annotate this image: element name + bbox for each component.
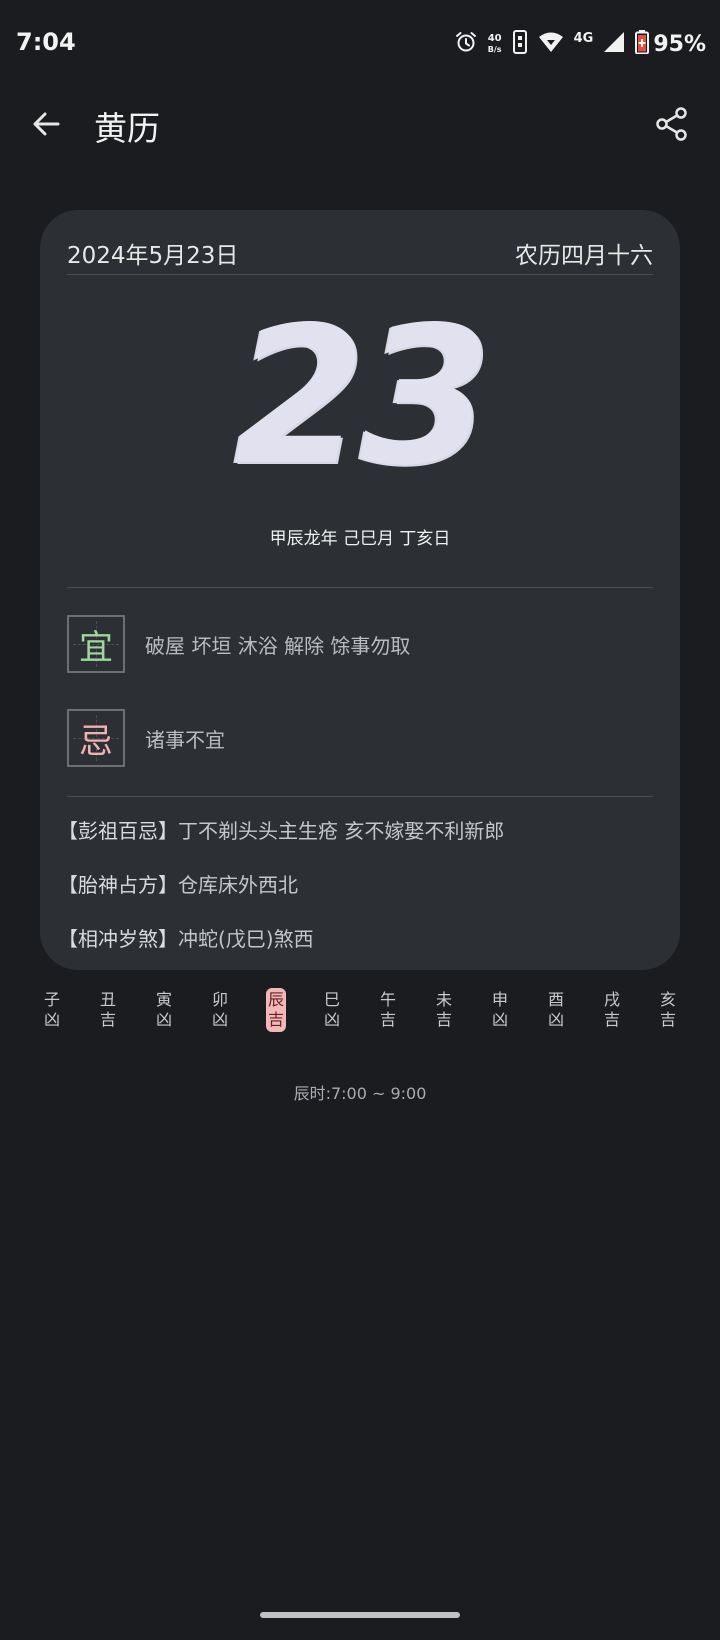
date-row: 2024年5月23日 农历四月十六 bbox=[67, 228, 653, 278]
almanac-card: 2024年5月23日 农历四月十六 23 甲辰龙年 己巳月 丁亥日 宜 破屋 坏… bbox=[40, 210, 680, 970]
lunar-date: 农历四月十六 bbox=[515, 243, 653, 269]
alarm-icon bbox=[454, 30, 478, 58]
signal-icon bbox=[603, 31, 625, 57]
hour-item-chen[interactable]: 辰吉 bbox=[248, 988, 304, 1032]
status-bar: 7:04 40 B/s 4G 95% bbox=[0, 0, 720, 90]
status-icons: 40 B/s 4G 95% bbox=[454, 28, 706, 60]
pengzu-text: 丁不剃头头主生疮 亥不嫁娶不利新郎 bbox=[178, 819, 505, 843]
hour-item-hai[interactable]: 亥吉 bbox=[640, 988, 696, 1032]
network-type: 4G bbox=[573, 30, 594, 46]
home-indicator[interactable] bbox=[260, 1612, 460, 1618]
hour-selector: 子凶 丑吉 寅凶 卯凶 辰吉 巳凶 午吉 未吉 申凶 酉凶 戌吉 亥吉 bbox=[24, 988, 696, 1032]
divider bbox=[67, 274, 653, 275]
pengzu-label: 【彭祖百忌】 bbox=[58, 819, 178, 843]
back-button[interactable] bbox=[26, 106, 66, 146]
net-speed-unit: B/s bbox=[487, 45, 502, 54]
share-button[interactable] bbox=[650, 104, 694, 148]
yi-text: 破屋 坏垣 沐浴 解除 馀事勿取 bbox=[145, 633, 411, 658]
vibrate-icon bbox=[512, 30, 528, 58]
status-time: 7:04 bbox=[16, 28, 76, 56]
hour-item-wei[interactable]: 未吉 bbox=[416, 988, 472, 1032]
solar-date: 2024年5月23日 bbox=[67, 243, 239, 269]
hour-item-yin[interactable]: 寅凶 bbox=[136, 988, 192, 1032]
day-number: 23 bbox=[233, 286, 492, 507]
divider bbox=[67, 587, 653, 588]
wifi-icon bbox=[538, 31, 564, 57]
net-speed-value: 40 bbox=[487, 33, 502, 44]
hour-item-you[interactable]: 酉凶 bbox=[528, 988, 584, 1032]
chongsha-text: 冲蛇(戊巳)煞西 bbox=[178, 927, 314, 951]
app-bar: 黄历 bbox=[0, 90, 720, 190]
ji-text: 诸事不宜 bbox=[145, 727, 225, 752]
battery-percent: 95% bbox=[653, 31, 706, 57]
battery-saver-icon bbox=[635, 30, 650, 58]
battery: 95% bbox=[635, 30, 706, 58]
hour-item-si[interactable]: 巳凶 bbox=[304, 988, 360, 1032]
taishen-label: 【胎神占方】 bbox=[58, 873, 178, 897]
ji-badge: 忌 bbox=[67, 709, 125, 767]
hour-item-chou[interactable]: 丑吉 bbox=[80, 988, 136, 1032]
hour-item-zi[interactable]: 子凶 bbox=[24, 988, 80, 1032]
page-title: 黄历 bbox=[94, 109, 160, 148]
taishen-row: 【胎神占方】仓库床外西北 bbox=[58, 869, 298, 898]
divider bbox=[67, 796, 653, 797]
ji-char: 忌 bbox=[79, 721, 113, 762]
hour-item-shen[interactable]: 申凶 bbox=[472, 988, 528, 1032]
ganzhi-text: 甲辰龙年 己巳月 丁亥日 bbox=[269, 529, 451, 549]
arrow-left-icon bbox=[30, 108, 62, 144]
yi-row: 宜 破屋 坏垣 沐浴 解除 馀事勿取 bbox=[67, 615, 410, 673]
hour-item-mao[interactable]: 卯凶 bbox=[192, 988, 248, 1032]
ji-row: 忌 诸事不宜 bbox=[67, 709, 225, 767]
selected-hour-caption: 辰时:7:00 ~ 9:00 bbox=[293, 1084, 427, 1103]
pengzu-row: 【彭祖百忌】丁不剃头头主生疮 亥不嫁娶不利新郎 bbox=[58, 815, 504, 844]
share-icon bbox=[654, 106, 690, 146]
net-speed: 40 B/s bbox=[488, 33, 502, 55]
taishen-text: 仓库床外西北 bbox=[178, 873, 298, 897]
yi-char: 宜 bbox=[79, 627, 113, 668]
chongsha-label: 【相冲岁煞】 bbox=[58, 927, 178, 951]
hour-item-xu[interactable]: 戌吉 bbox=[584, 988, 640, 1032]
hour-item-wu[interactable]: 午吉 bbox=[360, 988, 416, 1032]
yi-badge: 宜 bbox=[67, 615, 125, 673]
chongsha-row: 【相冲岁煞】冲蛇(戊巳)煞西 bbox=[58, 923, 314, 952]
